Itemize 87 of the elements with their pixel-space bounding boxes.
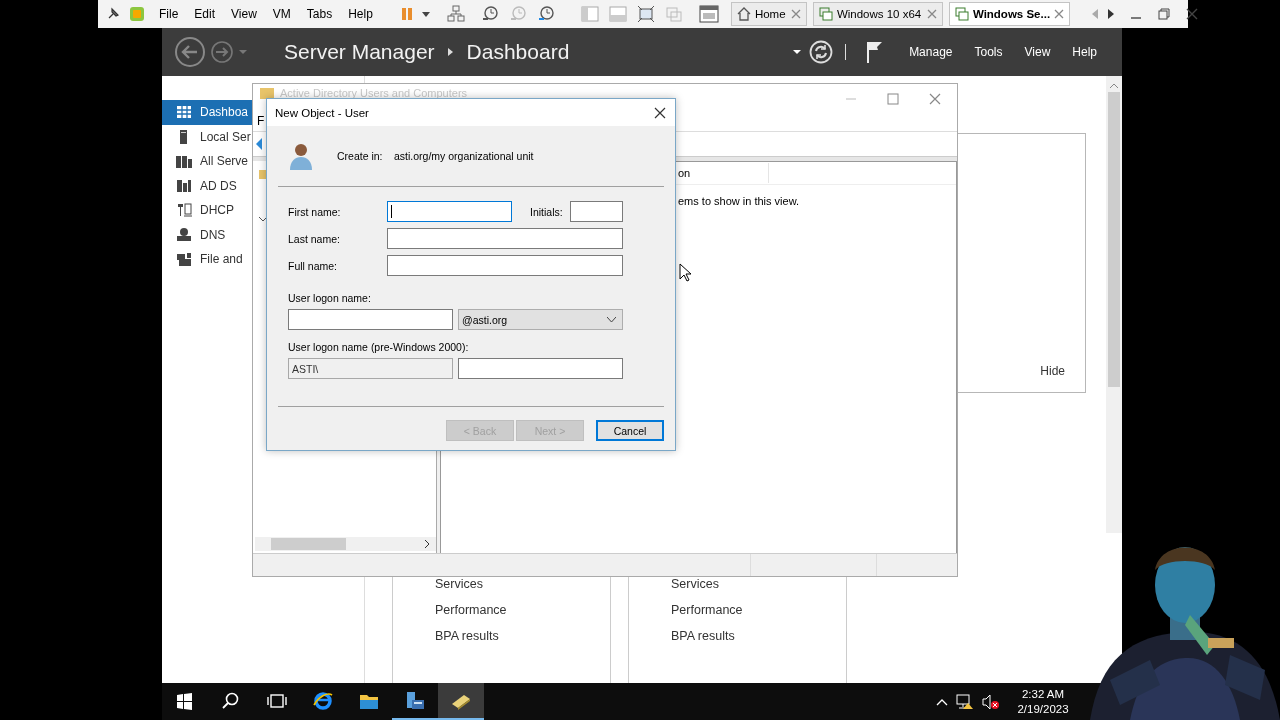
- field-label: Initials:: [530, 205, 564, 218]
- chevron-right-icon: [425, 540, 430, 548]
- text-field[interactable]: [387, 201, 512, 222]
- field-label: User logon name:: [288, 292, 372, 305]
- adds-icon: [176, 177, 192, 194]
- tab[interactable]: Home: [730, 2, 807, 26]
- tile-link[interactable]: Performance: [671, 603, 743, 617]
- vm-icon: [818, 7, 833, 21]
- menu-item[interactable]: Help: [342, 7, 379, 21]
- dialog-title: New Object - User: [275, 106, 369, 119]
- domain-dropdown[interactable]: @asti.org: [458, 309, 623, 330]
- tile-link[interactable]: Performance: [435, 603, 507, 617]
- menu-item[interactable]: File: [153, 7, 185, 21]
- restore-icon[interactable]: [1158, 8, 1171, 20]
- servers-icon: [176, 153, 192, 170]
- field-label: Create in:: [337, 150, 384, 162]
- text-field[interactable]: [570, 201, 623, 222]
- user-icon: [289, 142, 313, 170]
- clock-icon[interactable]: [480, 5, 499, 23]
- chevron-right-icon: [446, 47, 455, 57]
- forward-icon[interactable]: [210, 40, 234, 64]
- caret-icon[interactable]: [793, 48, 802, 56]
- taskbar-button[interactable]: [438, 683, 484, 720]
- dhcp-icon: [176, 202, 192, 219]
- tile-link[interactable]: Services: [435, 577, 483, 591]
- clock-icon[interactable]: [536, 5, 555, 23]
- maximize-icon[interactable]: [887, 93, 899, 105]
- menu-item[interactable]: View: [225, 7, 263, 21]
- sidebar-item[interactable]: Dashboa: [162, 100, 252, 125]
- clock[interactable]: 2:32 AM 2/19/2023: [1008, 686, 1078, 717]
- chevron-down-icon: [607, 316, 616, 323]
- sidebar-item[interactable]: Local Ser: [162, 124, 252, 149]
- text-field[interactable]: [458, 358, 623, 379]
- sidebar-item[interactable]: DNS: [162, 222, 252, 247]
- flag-icon[interactable]: [866, 40, 885, 64]
- sidebar-item[interactable]: AD DS: [162, 173, 252, 198]
- folder-icon: [260, 87, 274, 99]
- close-icon[interactable]: [654, 106, 666, 119]
- tile-link[interactable]: Services: [671, 577, 719, 591]
- close-icon[interactable]: [1186, 8, 1199, 20]
- library-icon[interactable]: [698, 4, 719, 24]
- home-icon: [736, 7, 751, 21]
- dns-icon: [176, 226, 192, 243]
- tile-link[interactable]: BPA results: [435, 629, 499, 643]
- chevron-up-icon[interactable]: [936, 697, 948, 706]
- browser-icon: [312, 689, 334, 712]
- menu-item[interactable]: Help: [1072, 45, 1097, 59]
- text-field[interactable]: [387, 255, 623, 276]
- column-header[interactable]: on: [678, 163, 769, 183]
- chevron-up-icon: [1110, 83, 1118, 88]
- volume-muted-icon[interactable]: [982, 693, 1000, 710]
- files-icon: [176, 251, 192, 268]
- cursor-icon: [679, 263, 691, 282]
- menu-item[interactable]: Tabs: [300, 7, 339, 21]
- back-icon[interactable]: [174, 36, 206, 68]
- path-text: asti.org/my organizational unit: [394, 150, 534, 162]
- menu-item[interactable]: F: [257, 113, 265, 128]
- wizard-button[interactable]: Cancel: [596, 420, 664, 441]
- empty-message: ems to show in this view.: [678, 195, 801, 207]
- field-label: Last name:: [288, 232, 341, 245]
- scrollbar[interactable]: [1106, 76, 1122, 533]
- scrollbar[interactable]: [255, 537, 436, 551]
- field-label: First name:: [288, 205, 342, 218]
- field-label: User logon name (pre-Windows 2000):: [288, 341, 470, 354]
- field-label: Full name:: [288, 259, 339, 272]
- menu-item[interactable]: Edit: [188, 7, 222, 21]
- sidebar-item[interactable]: All Serve: [162, 149, 252, 174]
- sidebar-item[interactable]: File and: [162, 247, 252, 272]
- tab[interactable]: Windows Se...: [948, 2, 1071, 26]
- network-icon[interactable]: [956, 693, 974, 710]
- text-field[interactable]: [387, 228, 623, 249]
- hide-link[interactable]: Hide: [1040, 364, 1065, 378]
- sidebar-item[interactable]: DHCP: [162, 198, 252, 223]
- menu-item[interactable]: Tools: [974, 45, 1003, 59]
- app-title[interactable]: Server Manager: [284, 40, 435, 64]
- tab[interactable]: Windows 10 x64: [812, 2, 943, 26]
- tile-link[interactable]: BPA results: [671, 629, 735, 643]
- page-title: Dashboard: [466, 40, 570, 64]
- menu-item[interactable]: VM: [266, 7, 297, 21]
- menu-item[interactable]: Manage: [909, 45, 953, 59]
- refresh-icon[interactable]: [809, 40, 834, 64]
- vm-icon: [954, 7, 969, 21]
- toolbox-icon: [404, 689, 426, 712]
- menu-item[interactable]: View: [1024, 45, 1051, 59]
- dashboard-icon: [176, 104, 192, 121]
- fullscreen-icon[interactable]: [636, 5, 655, 23]
- text-field[interactable]: [288, 309, 453, 330]
